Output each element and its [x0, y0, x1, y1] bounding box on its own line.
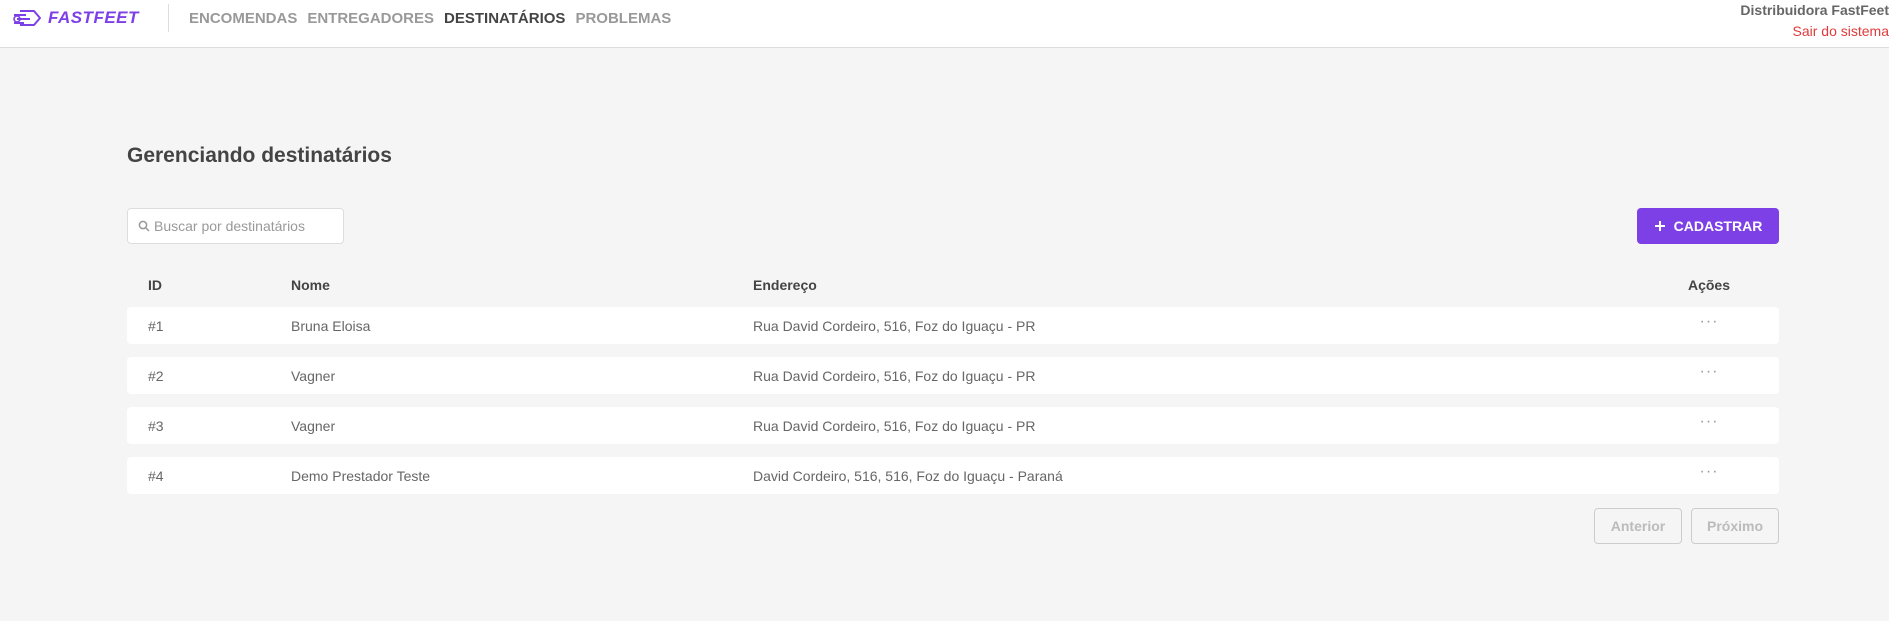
delivery-truck-icon: [13, 10, 41, 26]
nav-encomendas[interactable]: ENCOMENDAS: [189, 10, 297, 27]
row-id: #2: [148, 368, 164, 384]
more-actions-icon[interactable]: ···: [1685, 413, 1733, 431]
table-header: ID Nome Endereço Ações: [127, 277, 1779, 295]
page-title: Gerenciando destinatários: [127, 144, 392, 167]
column-header-address: Endereço: [753, 277, 817, 293]
row-address: David Cordeiro, 516, 516, Foz do Iguaçu …: [753, 468, 1063, 484]
row-id: #1: [148, 318, 164, 334]
company-name: Distribuidora FastFeet: [1740, 2, 1889, 18]
more-actions-icon[interactable]: ···: [1685, 363, 1733, 381]
logo-text: FASTFEET: [48, 8, 139, 27]
top-header: FASTFEET ENCOMENDAS ENTREGADORES DESTINA…: [0, 0, 1889, 48]
nav-entregadores[interactable]: ENTREGADORES: [307, 10, 434, 27]
row-address: Rua David Cordeiro, 516, Foz do Iguaçu -…: [753, 368, 1036, 384]
user-profile: Distribuidora FastFeet Sair do sistema: [1740, 0, 1889, 42]
row-address: Rua David Cordeiro, 516, Foz do Iguaçu -…: [753, 318, 1036, 334]
table-row: #1 Bruna Eloisa Rua David Cordeiro, 516,…: [127, 307, 1779, 344]
logout-link[interactable]: Sair do sistema: [1740, 21, 1889, 42]
table-row: #2 Vagner Rua David Cordeiro, 516, Foz d…: [127, 357, 1779, 394]
row-name: Bruna Eloisa: [291, 318, 371, 334]
nav-problemas[interactable]: PROBLEMAS: [575, 10, 671, 27]
nav-destinatarios[interactable]: DESTINATÁRIOS: [444, 10, 565, 27]
search-box[interactable]: [127, 208, 344, 244]
row-name: Demo Prestador Teste: [291, 468, 431, 484]
row-name: Vagner: [291, 368, 336, 384]
add-button-label: CADASTRAR: [1673, 218, 1763, 234]
more-actions-icon[interactable]: ···: [1685, 313, 1733, 331]
plus-icon: [1654, 221, 1665, 231]
previous-page-button[interactable]: Anterior: [1594, 508, 1682, 544]
search-input[interactable]: [154, 218, 334, 234]
main-nav: ENCOMENDAS ENTREGADORES DESTINATÁRIOS PR…: [189, 10, 671, 27]
header-divider: [168, 4, 169, 32]
row-id: #3: [148, 418, 164, 434]
table-row: #4 Demo Prestador Teste David Cordeiro, …: [127, 457, 1779, 494]
logo[interactable]: FASTFEET: [12, 6, 139, 30]
next-page-button[interactable]: Próximo: [1691, 508, 1779, 544]
row-name: Vagner: [291, 418, 336, 434]
column-header-name: Nome: [291, 277, 330, 293]
more-actions-icon[interactable]: ···: [1685, 463, 1733, 481]
column-header-actions: Ações: [1687, 277, 1731, 293]
table-row: #3 Vagner Rua David Cordeiro, 516, Foz d…: [127, 407, 1779, 444]
row-address: Rua David Cordeiro, 516, Foz do Iguaçu -…: [753, 418, 1036, 434]
row-id: #4: [148, 468, 164, 484]
search-icon: [138, 220, 150, 232]
add-recipient-button[interactable]: CADASTRAR: [1637, 208, 1779, 244]
column-header-id: ID: [148, 277, 162, 293]
